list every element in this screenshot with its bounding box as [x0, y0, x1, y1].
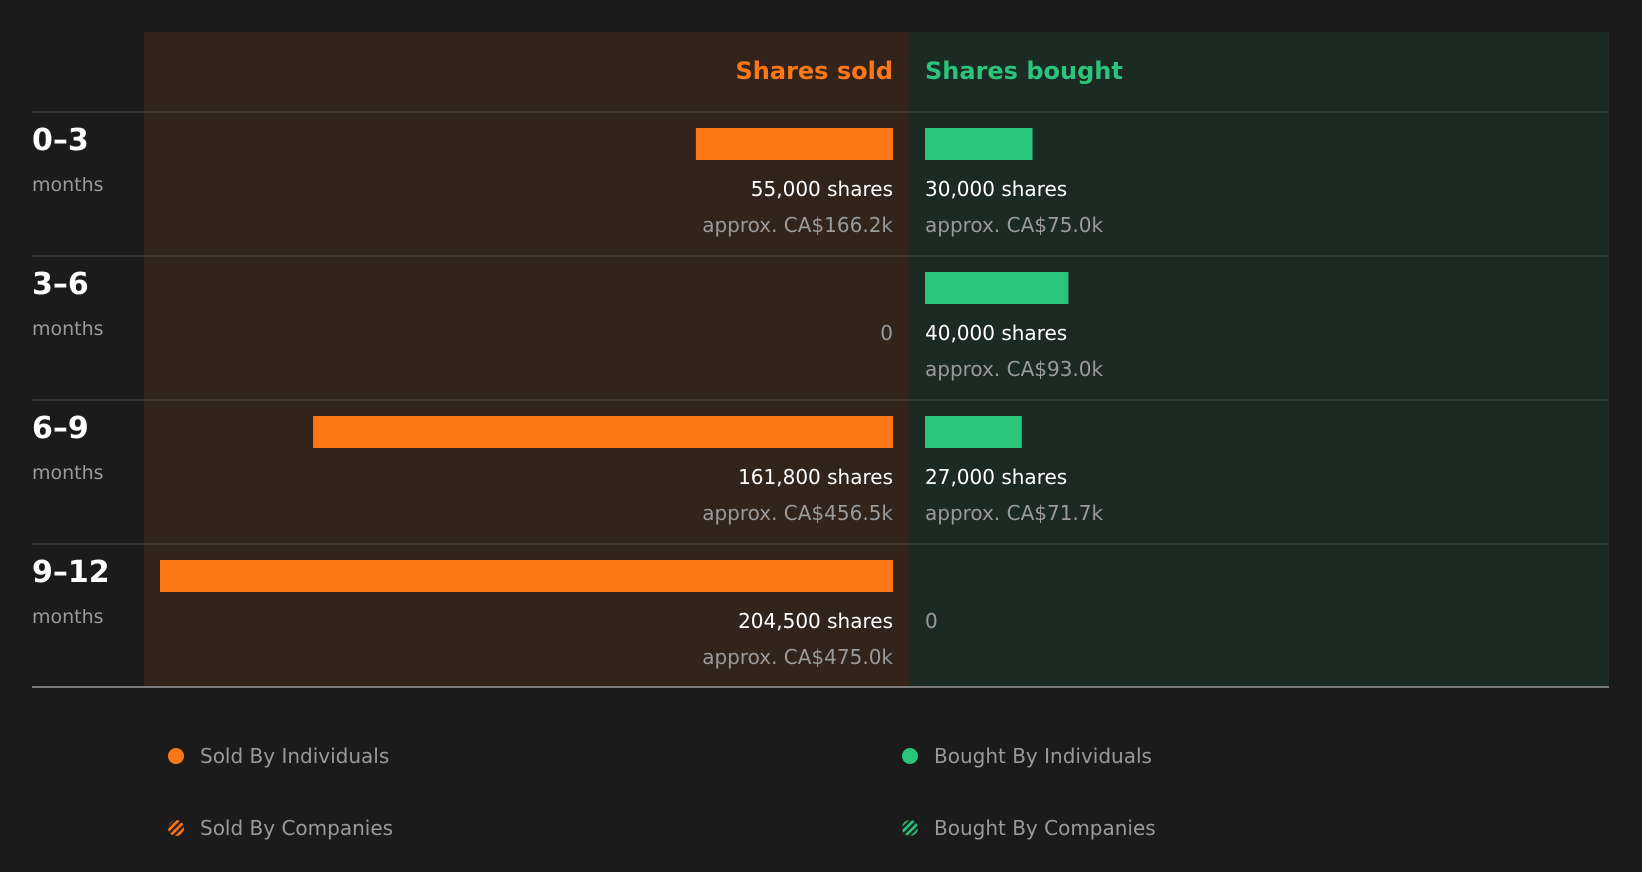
sold-bar [160, 560, 893, 592]
legend-label: Bought By Companies [934, 816, 1156, 840]
period-unit-label: months [32, 462, 104, 484]
sold-bar [695, 128, 893, 160]
legend-label: Bought By Individuals [934, 744, 1152, 768]
legend-striped-dot-icon [168, 820, 184, 836]
bought-zero-label: 0 [925, 609, 938, 633]
period-range-label: 6–9 [32, 411, 89, 446]
sold-header: Shares sold [736, 57, 894, 85]
legend-dot-icon [168, 748, 184, 764]
sold-shares-label: 55,000 shares [751, 177, 893, 201]
period-unit-label: months [32, 318, 104, 340]
bought-shares-label: 40,000 shares [925, 321, 1067, 345]
sold-zero-label: 0 [880, 321, 893, 345]
period-unit-label: months [32, 606, 104, 628]
period-range-label: 0–3 [32, 123, 89, 158]
insider-trading-chart: Shares sold Shares bought 0–3 months 55,000… [32, 32, 1609, 840]
bought-bar [925, 272, 1069, 304]
bought-shares-label: 30,000 shares [925, 177, 1067, 201]
bought-value-label: approx. CA$71.7k [925, 501, 1104, 525]
bought-bar [925, 416, 1022, 448]
legend: Sold By Individuals Bought By Individuals… [168, 744, 1156, 840]
period-range-label: 9–12 [32, 555, 110, 590]
bought-shares-label: 27,000 shares [925, 465, 1067, 489]
sold-shares-label: 204,500 shares [738, 609, 893, 633]
legend-striped-dot-icon [902, 820, 918, 836]
legend-label: Sold By Individuals [200, 744, 389, 768]
legend-item: Sold By Individuals [168, 744, 389, 768]
bought-header: Shares bought [925, 57, 1123, 85]
legend-label: Sold By Companies [200, 816, 393, 840]
period-unit-label: months [32, 174, 104, 196]
sold-value-label: approx. CA$475.0k [702, 645, 893, 669]
bought-value-label: approx. CA$93.0k [925, 357, 1104, 381]
legend-item: Sold By Companies [168, 816, 393, 840]
period-range-label: 3–6 [32, 267, 89, 302]
legend-item: Bought By Companies [902, 816, 1156, 840]
legend-dot-icon [902, 748, 918, 764]
legend-item: Bought By Individuals [902, 744, 1152, 768]
bought-value-label: approx. CA$75.0k [925, 213, 1104, 237]
sold-value-label: approx. CA$166.2k [702, 213, 893, 237]
sold-shares-label: 161,800 shares [738, 465, 893, 489]
sold-bar [313, 416, 893, 448]
sold-value-label: approx. CA$456.5k [702, 501, 893, 525]
bought-bar [925, 128, 1033, 160]
